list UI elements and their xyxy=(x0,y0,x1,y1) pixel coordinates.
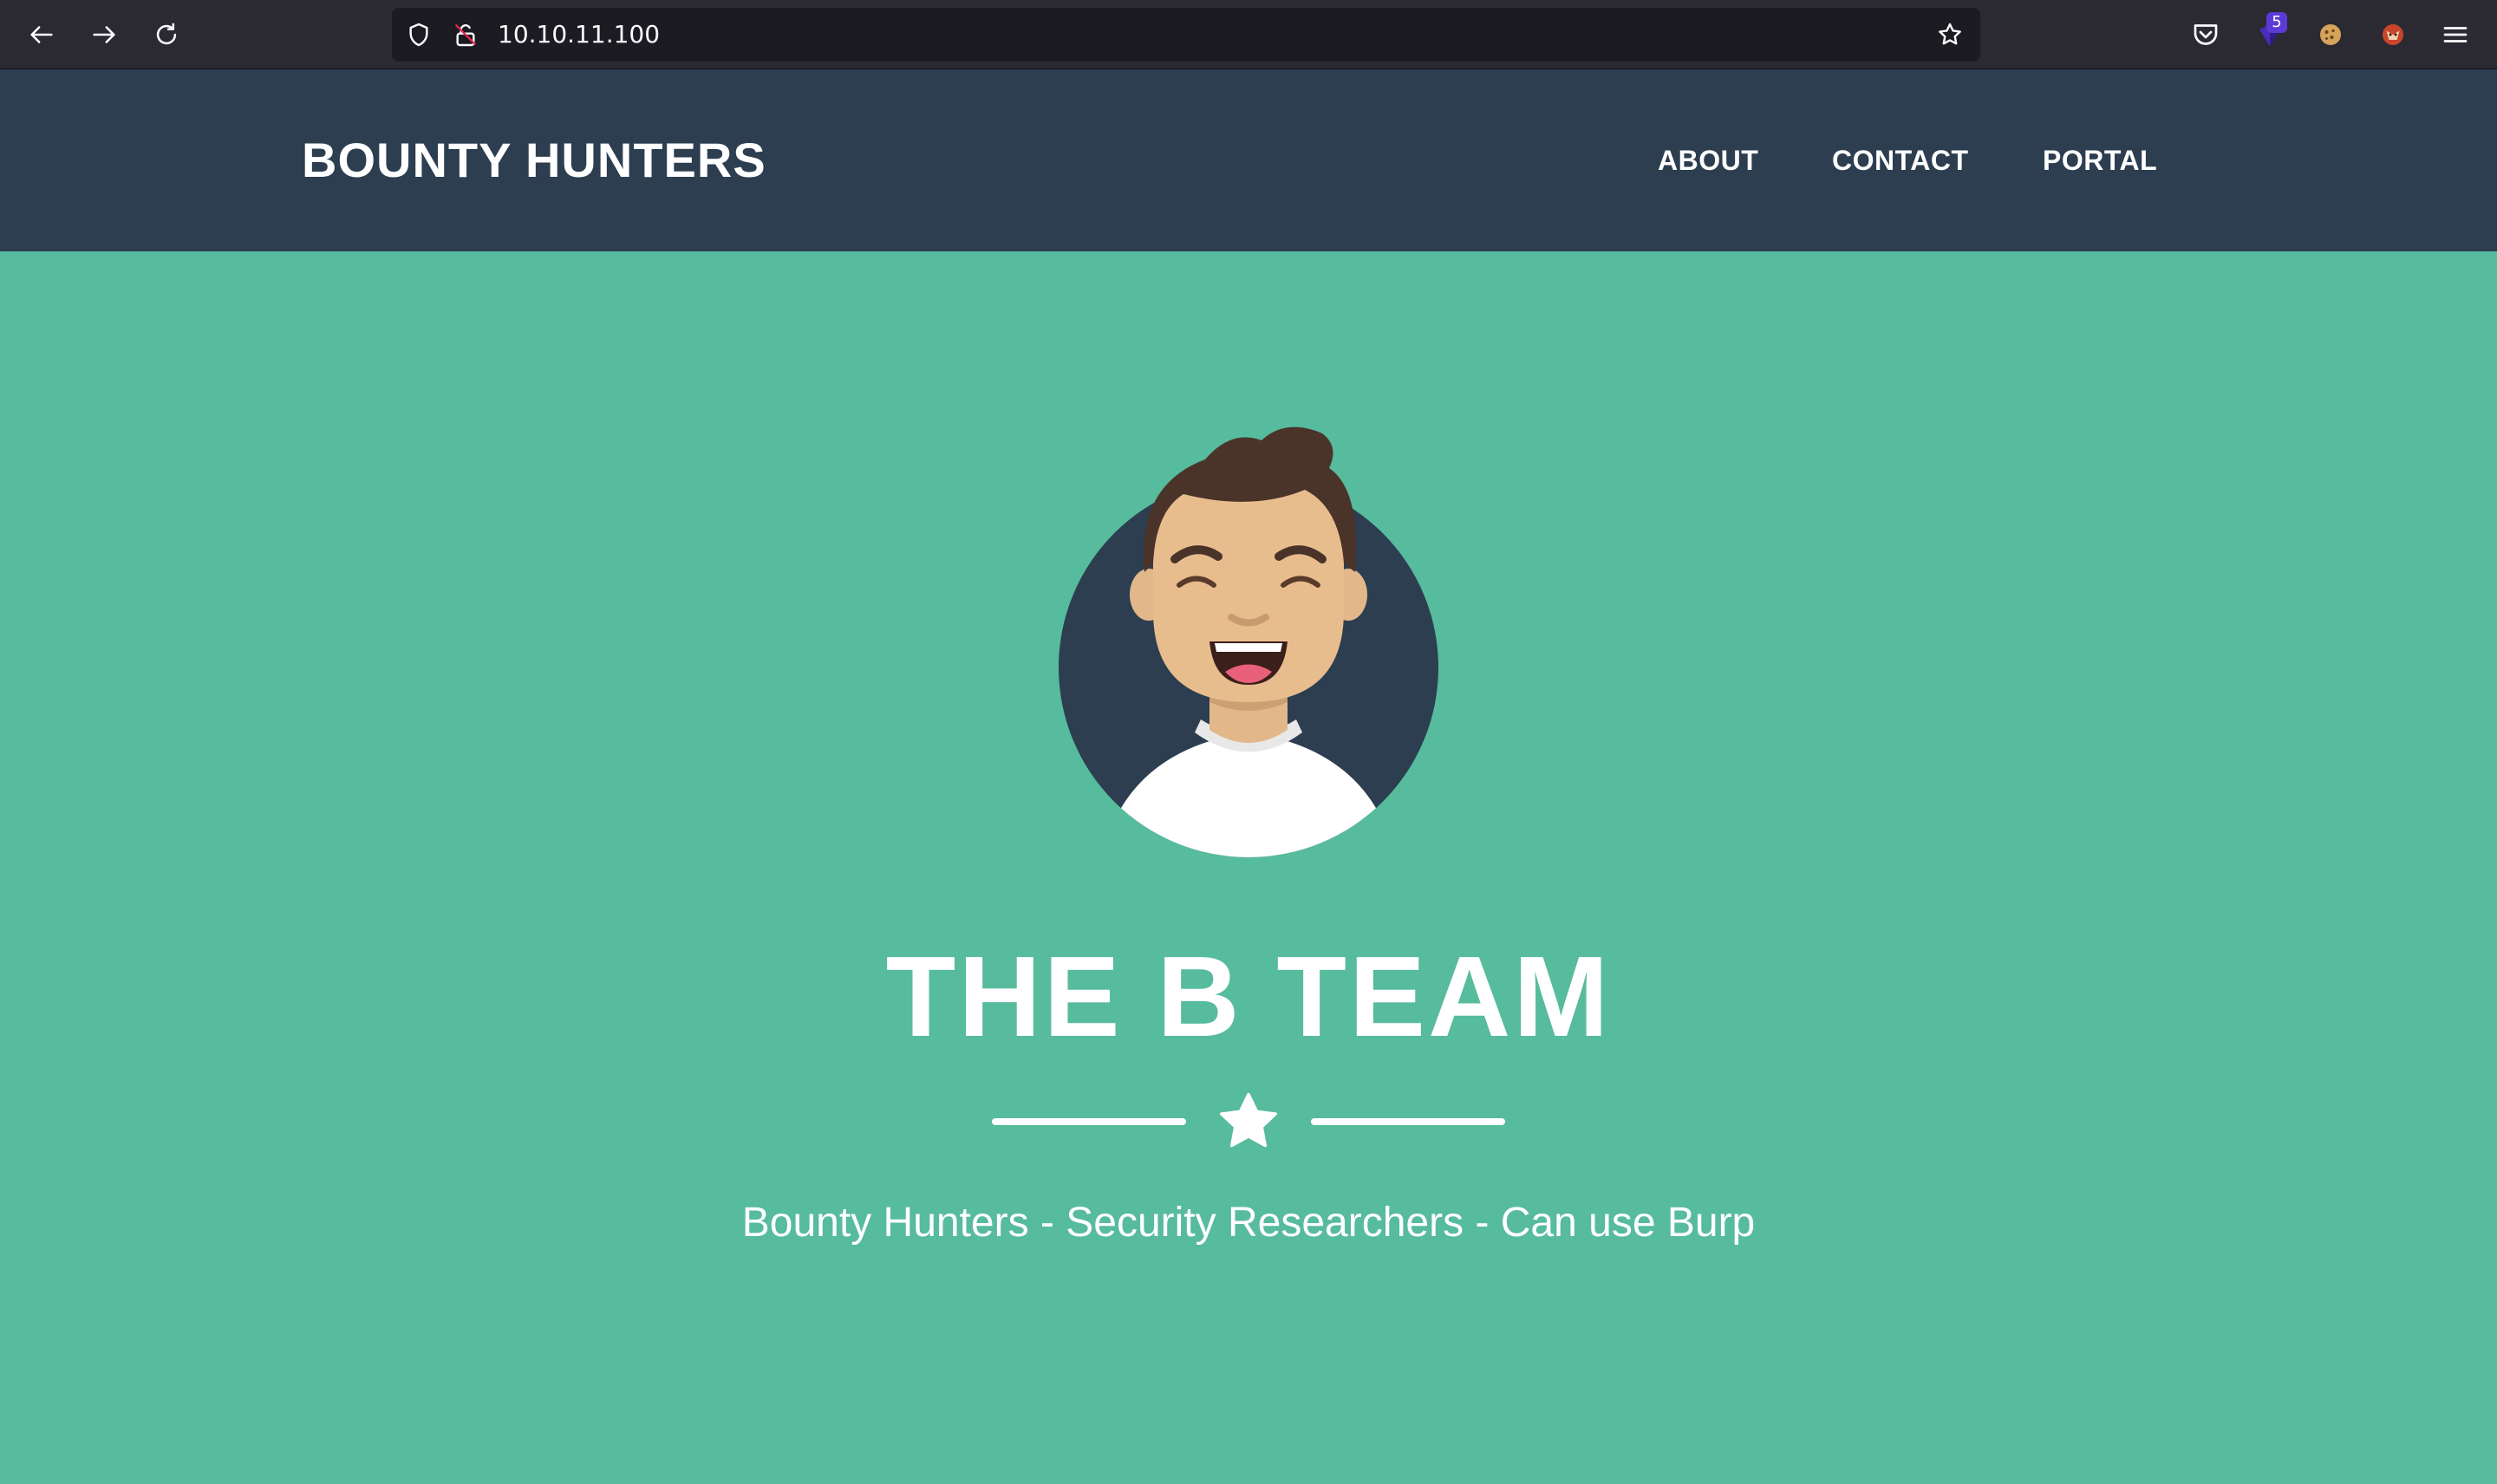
avatar-illustration xyxy=(1059,426,1438,857)
star-icon xyxy=(1220,1092,1277,1148)
reload-button[interactable] xyxy=(146,14,187,55)
divider-line-left xyxy=(992,1118,1186,1125)
pocket-button[interactable] xyxy=(2188,17,2223,52)
extension-fox-icon xyxy=(2383,24,2403,45)
forward-button[interactable] xyxy=(83,14,125,55)
tracking-protection-button[interactable] xyxy=(404,20,434,49)
page-subtitle: Bounty Hunters - Security Researchers - … xyxy=(741,1200,1756,1246)
url-bar[interactable]: 10.10.11.100 xyxy=(392,8,1980,62)
insecure-lock-icon xyxy=(455,24,476,47)
bookmark-button[interactable] xyxy=(1935,20,1965,49)
shield-icon xyxy=(409,23,428,47)
back-button[interactable] xyxy=(21,14,62,55)
extension-button-3[interactable] xyxy=(2376,17,2410,52)
url-text[interactable]: 10.10.11.100 xyxy=(498,8,660,62)
star-divider xyxy=(992,1087,1505,1156)
site-brand-link[interactable]: BOUNTY HUNTERS xyxy=(302,69,766,251)
nav-link-portal[interactable]: PORTAL xyxy=(2043,69,2157,251)
site-navbar: BOUNTY HUNTERS ABOUT CONTACT PORTAL xyxy=(0,69,2497,251)
connection-info-button[interactable] xyxy=(451,20,480,49)
reload-icon xyxy=(156,23,177,45)
browser-toolbar: 10.10.11.100 5 xyxy=(0,0,2497,69)
extension-badge: 5 xyxy=(2266,12,2287,33)
cookie-extension-button[interactable] xyxy=(2313,17,2348,52)
divider-line-right xyxy=(1311,1118,1505,1125)
cookie-icon xyxy=(2320,24,2341,45)
arrow-left-icon xyxy=(30,26,53,43)
arrow-right-icon xyxy=(93,26,115,43)
nav-link-contact[interactable]: CONTACT xyxy=(1832,69,1969,251)
page-title: THE B TEAM xyxy=(885,933,1612,1060)
app-menu-button[interactable] xyxy=(2438,17,2473,52)
star-outline-icon xyxy=(1939,23,1961,45)
nav-link-about[interactable]: ABOUT xyxy=(1658,69,1758,251)
hamburger-menu-icon xyxy=(2443,27,2468,42)
masthead: THE B TEAM Bounty Hunters - Security Res… xyxy=(0,251,2497,1484)
pocket-icon xyxy=(2194,24,2218,45)
